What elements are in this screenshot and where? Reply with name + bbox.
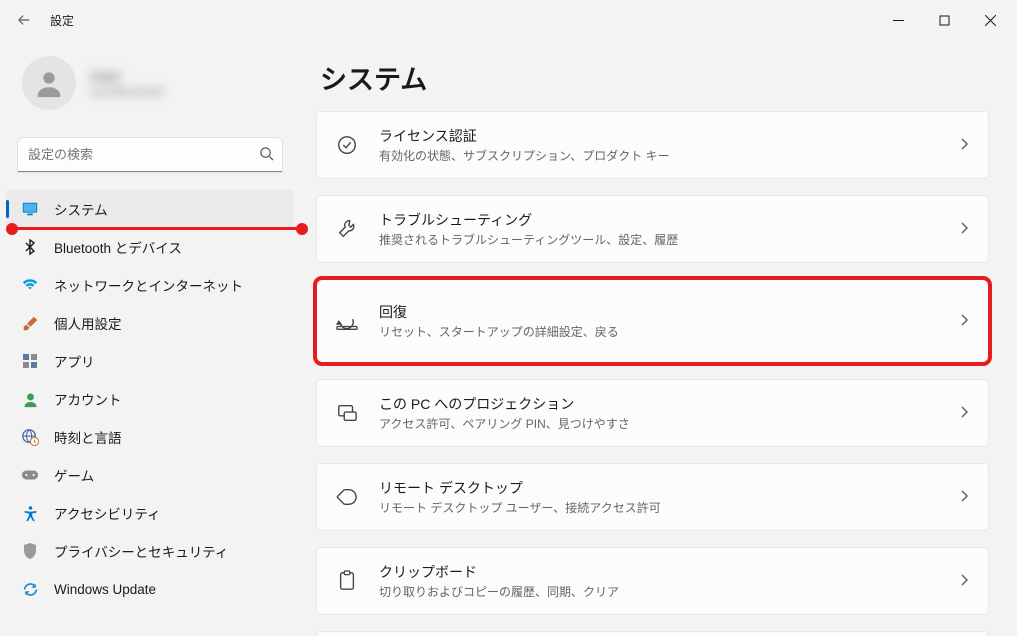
- accessibility-icon: [20, 503, 40, 523]
- setting-card-recovery[interactable]: 回復 リセット、スタートアップの詳細設定、戻る: [316, 279, 989, 363]
- card-subtitle: 有効化の状態、サブスクリプション、プロダクト キー: [379, 147, 938, 164]
- minimize-icon: [893, 15, 904, 26]
- card-title: クリップボード: [379, 562, 938, 582]
- nav-item-apps[interactable]: アプリ: [6, 342, 294, 380]
- search-input[interactable]: [18, 138, 282, 172]
- window-title: 設定: [50, 12, 74, 29]
- setting-card-remote-desktop[interactable]: リモート デスクトップ リモート デスクトップ ユーザー、接続アクセス許可: [316, 463, 989, 531]
- card-title: トラブルシューティング: [379, 210, 938, 230]
- nav-label: ネットワークとインターネット: [54, 275, 243, 295]
- card-subtitle: リセット、スタートアップの詳細設定、戻る: [379, 323, 938, 340]
- chevron-right-icon: [958, 138, 970, 153]
- gamepad-icon: [20, 465, 40, 485]
- nav-item-accessibility[interactable]: アクセシビリティ: [6, 494, 294, 532]
- profile-block[interactable]: User user@example: [0, 46, 300, 120]
- arrow-left-icon: [17, 13, 31, 27]
- maximize-icon: [939, 15, 950, 26]
- nav-label: アプリ: [54, 351, 95, 371]
- card-subtitle: リモート デスクトップ ユーザー、接続アクセス許可: [379, 499, 938, 516]
- search-icon: [259, 146, 274, 164]
- close-button[interactable]: [967, 4, 1013, 36]
- setting-card-projection[interactable]: この PC へのプロジェクション アクセス許可、ペアリング PIN、見つけやすさ: [316, 379, 989, 447]
- card-subtitle: 推奨されるトラブルシューティングツール、設定、履歴: [379, 231, 938, 248]
- nav-label: プライバシーとセキュリティ: [54, 541, 228, 561]
- nav-item-time-language[interactable]: 時刻と言語: [6, 418, 294, 456]
- project-icon: [335, 401, 359, 425]
- sidebar: User user@example システム Bluetooth とデバイス: [0, 40, 300, 636]
- apps-icon: [20, 351, 40, 371]
- wrench-icon: [335, 217, 359, 241]
- chevron-right-icon: [958, 314, 970, 329]
- avatar: [22, 56, 76, 110]
- card-title: リモート デスクトップ: [379, 478, 938, 498]
- back-button[interactable]: [8, 4, 40, 36]
- nav-item-system[interactable]: システム: [6, 190, 294, 228]
- nav-item-network[interactable]: ネットワークとインターネット: [6, 266, 294, 304]
- nav-item-gaming[interactable]: ゲーム: [6, 456, 294, 494]
- minimize-button[interactable]: [875, 4, 921, 36]
- card-title: この PC へのプロジェクション: [379, 394, 938, 414]
- profile-name: User: [90, 67, 164, 85]
- nav-label: 時刻と言語: [54, 427, 122, 447]
- nav-label: システム: [54, 199, 108, 219]
- nav-item-personalization[interactable]: 個人用設定: [6, 304, 294, 342]
- chevron-right-icon: [958, 406, 970, 421]
- nav-item-windows-update[interactable]: Windows Update: [6, 570, 294, 608]
- titlebar: 設定: [0, 0, 1017, 40]
- card-title: ライセンス認証: [379, 126, 938, 146]
- card-subtitle: 切り取りおよびコピーの履歴、同期、クリア: [379, 583, 938, 600]
- monitor-icon: [20, 199, 40, 219]
- nav-label: ゲーム: [54, 465, 94, 485]
- setting-card-clipboard[interactable]: クリップボード 切り取りおよびコピーの履歴、同期、クリア: [316, 547, 989, 615]
- nav-label: アカウント: [54, 389, 122, 409]
- shield-icon: [20, 541, 40, 561]
- nav-label: Bluetooth とデバイス: [54, 237, 182, 257]
- globe-clock-icon: [20, 427, 40, 447]
- close-icon: [985, 15, 996, 26]
- check-circle-icon: [335, 133, 359, 157]
- setting-card-activation[interactable]: ライセンス認証 有効化の状態、サブスクリプション、プロダクト キー: [316, 111, 989, 179]
- card-subtitle: アクセス許可、ペアリング PIN、見つけやすさ: [379, 415, 938, 432]
- nav-label: アクセシビリティ: [54, 503, 161, 523]
- chevron-right-icon: [958, 222, 970, 237]
- setting-card-troubleshoot[interactable]: トラブルシューティング 推奨されるトラブルシューティングツール、設定、履歴: [316, 195, 989, 263]
- chevron-right-icon: [958, 490, 970, 505]
- profile-email: user@example: [90, 85, 164, 99]
- nav-item-bluetooth[interactable]: Bluetooth とデバイス: [6, 228, 294, 266]
- wifi-icon: [20, 275, 40, 295]
- remote-icon: [335, 485, 359, 509]
- recovery-icon: [335, 309, 359, 333]
- nav-item-privacy[interactable]: プライバシーとセキュリティ: [6, 532, 294, 570]
- search-box[interactable]: [18, 138, 282, 172]
- nav-label: 個人用設定: [54, 313, 122, 333]
- nav-list: システム Bluetooth とデバイス ネットワークとインターネット 個人用設…: [0, 186, 300, 608]
- bluetooth-icon: [20, 237, 40, 257]
- card-title: 回復: [379, 302, 938, 322]
- brush-icon: [20, 313, 40, 333]
- page-heading: システム: [320, 58, 989, 97]
- update-icon: [20, 579, 40, 599]
- nav-label: Windows Update: [54, 582, 156, 597]
- main-content: システム ライセンス認証 有効化の状態、サブスクリプション、プロダクト キー ト…: [300, 40, 1017, 636]
- person-icon: [20, 389, 40, 409]
- person-icon: [32, 66, 66, 100]
- maximize-button[interactable]: [921, 4, 967, 36]
- nav-item-accounts[interactable]: アカウント: [6, 380, 294, 418]
- chevron-right-icon: [958, 574, 970, 589]
- profile-text: User user@example: [90, 67, 164, 99]
- clipboard-icon: [335, 569, 359, 593]
- setting-card-about[interactable]: バージョン情報 デバイス仕様、PC 名変更、Windows 仕様: [316, 631, 989, 636]
